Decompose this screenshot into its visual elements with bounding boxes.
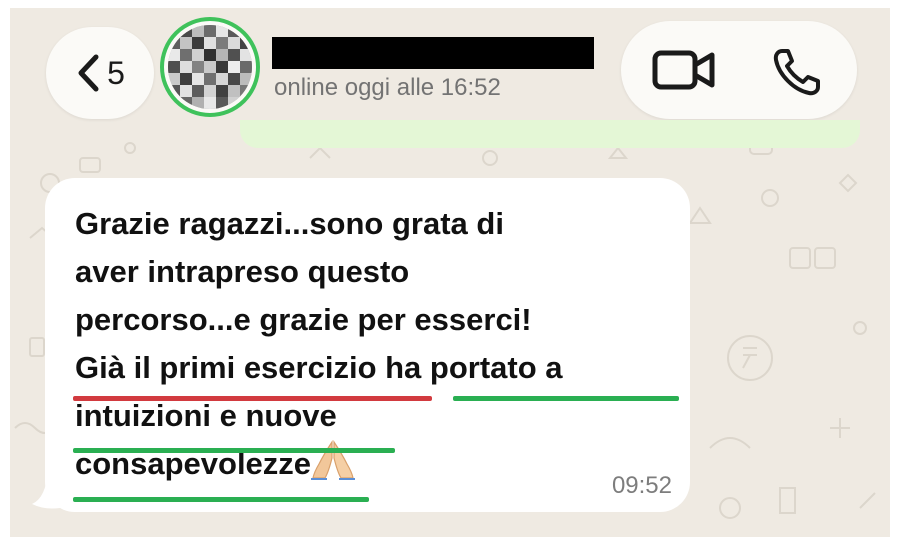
folded-hands-emoji-icon [311, 440, 356, 480]
avatar-pixelated-image [168, 25, 252, 109]
last-seen-status: online oggi alle 16:52 [274, 74, 501, 101]
message-time: 09:52 [611, 472, 672, 499]
green-underline [73, 497, 369, 502]
incoming-message-bubble[interactable]: Grazie ragazzi...sono grata di aver intr… [45, 178, 690, 512]
green-underline [453, 396, 679, 401]
chevron-left-icon [78, 54, 99, 92]
message-line: Già il primi esercizio ha portato a [75, 350, 563, 385]
message-line: aver intrapreso questo [75, 254, 410, 289]
red-underline [73, 396, 432, 401]
unread-count: 5 [107, 54, 125, 91]
previous-outgoing-bubble [240, 120, 860, 148]
video-call-icon[interactable] [652, 50, 716, 90]
avatar[interactable] [160, 17, 260, 117]
back-button[interactable]: 5 [46, 27, 154, 119]
contact-name-redacted[interactable] [272, 37, 594, 69]
message-line: Grazie ragazzi...sono grata di [75, 206, 504, 241]
message-text: Grazie ragazzi...sono grata di aver intr… [75, 200, 675, 488]
green-underline [73, 448, 395, 453]
phone-call-icon[interactable] [772, 47, 822, 97]
call-actions [621, 21, 857, 119]
message-line: percorso...e grazie per esserci! [75, 302, 532, 337]
chat-window: 5 online oggi alle 16:52 Grazie ragazzi.… [10, 8, 890, 537]
